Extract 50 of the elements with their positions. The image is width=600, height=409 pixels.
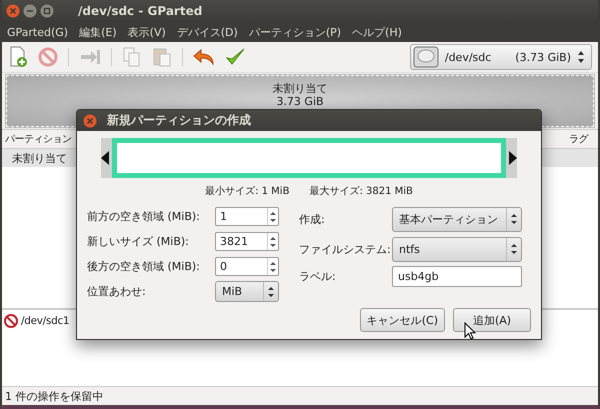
field-label: 後方の空き領域 (MiB): xyxy=(87,259,201,274)
up-down-arrows-icon xyxy=(577,50,585,64)
field-label: 作成: xyxy=(299,212,326,226)
window-title: /dev/sdc - GParted xyxy=(78,4,202,18)
minimize-icon[interactable] xyxy=(23,4,37,18)
table-cell: 未割り当て xyxy=(12,150,67,166)
up-down-arrows-icon xyxy=(511,243,517,255)
operation-text: /dev/sdc1 xyxy=(21,315,70,327)
menu-item[interactable]: 編集(E) xyxy=(79,24,117,40)
spin-field[interactable]: 0 xyxy=(215,257,279,276)
dropdown[interactable]: MiB xyxy=(215,281,279,302)
dialog-title: 新規パーティションの作成 xyxy=(107,112,251,129)
device-selector[interactable]: /dev/sdc (3.73 GiB) xyxy=(410,44,592,70)
field-label: 前方の空き領域 (MiB): xyxy=(87,209,201,224)
up-down-arrows-icon[interactable] xyxy=(270,260,276,274)
up-down-arrows-icon xyxy=(511,213,517,225)
undo-arrow-icon[interactable] xyxy=(193,47,215,67)
maximize-icon[interactable] xyxy=(40,4,54,18)
up-down-arrows-icon[interactable] xyxy=(270,234,276,248)
partition-label: 未割り当て xyxy=(272,82,328,95)
left-arrow-icon[interactable] xyxy=(101,151,109,165)
menu-item[interactable]: デバイス(D) xyxy=(176,24,238,40)
up-down-arrows-icon[interactable] xyxy=(270,210,276,224)
menu-item[interactable]: GParted(G) xyxy=(7,26,68,38)
min-size-text: 最小サイズ: 1 MiB xyxy=(205,184,290,198)
menu-item[interactable]: 表示(V) xyxy=(128,24,166,40)
close-icon[interactable] xyxy=(83,114,97,128)
checkmark-icon[interactable] xyxy=(225,47,245,67)
column-header[interactable]: パーティション xyxy=(5,132,72,146)
field-label: ファイルシステム: xyxy=(299,242,392,256)
partition-size: 3.73 GiB xyxy=(276,95,324,108)
dropdown[interactable]: 基本パーティション xyxy=(392,206,522,232)
menu-item[interactable]: ヘルプ(H) xyxy=(352,24,402,40)
spin-field[interactable]: 3821 xyxy=(215,232,279,251)
input-field[interactable]: usb4gb xyxy=(392,266,522,287)
field-label: 新しいサイズ (MiB): xyxy=(87,234,190,249)
dialog-button[interactable]: 追加(A) xyxy=(453,308,531,332)
max-size-text: 最大サイズ: 3821 MiB xyxy=(309,184,413,198)
field-label: ラベル: xyxy=(299,269,337,284)
status-text: 1 件の操作を保留中 xyxy=(5,388,104,404)
dropdown[interactable]: ntfs xyxy=(392,236,522,262)
dialog-button[interactable]: キャンセル(C) xyxy=(360,308,445,332)
column-header[interactable]: ラグ xyxy=(569,132,588,146)
spin-field[interactable]: 1 xyxy=(215,207,279,226)
new-document-icon[interactable] xyxy=(8,46,28,68)
field-label: 位置あわせ: xyxy=(87,284,147,299)
up-down-arrows-icon xyxy=(268,286,274,298)
close-icon[interactable] xyxy=(6,4,20,18)
menu-item[interactable]: パーティション(P) xyxy=(248,24,342,40)
right-arrow-icon[interactable] xyxy=(509,151,517,165)
